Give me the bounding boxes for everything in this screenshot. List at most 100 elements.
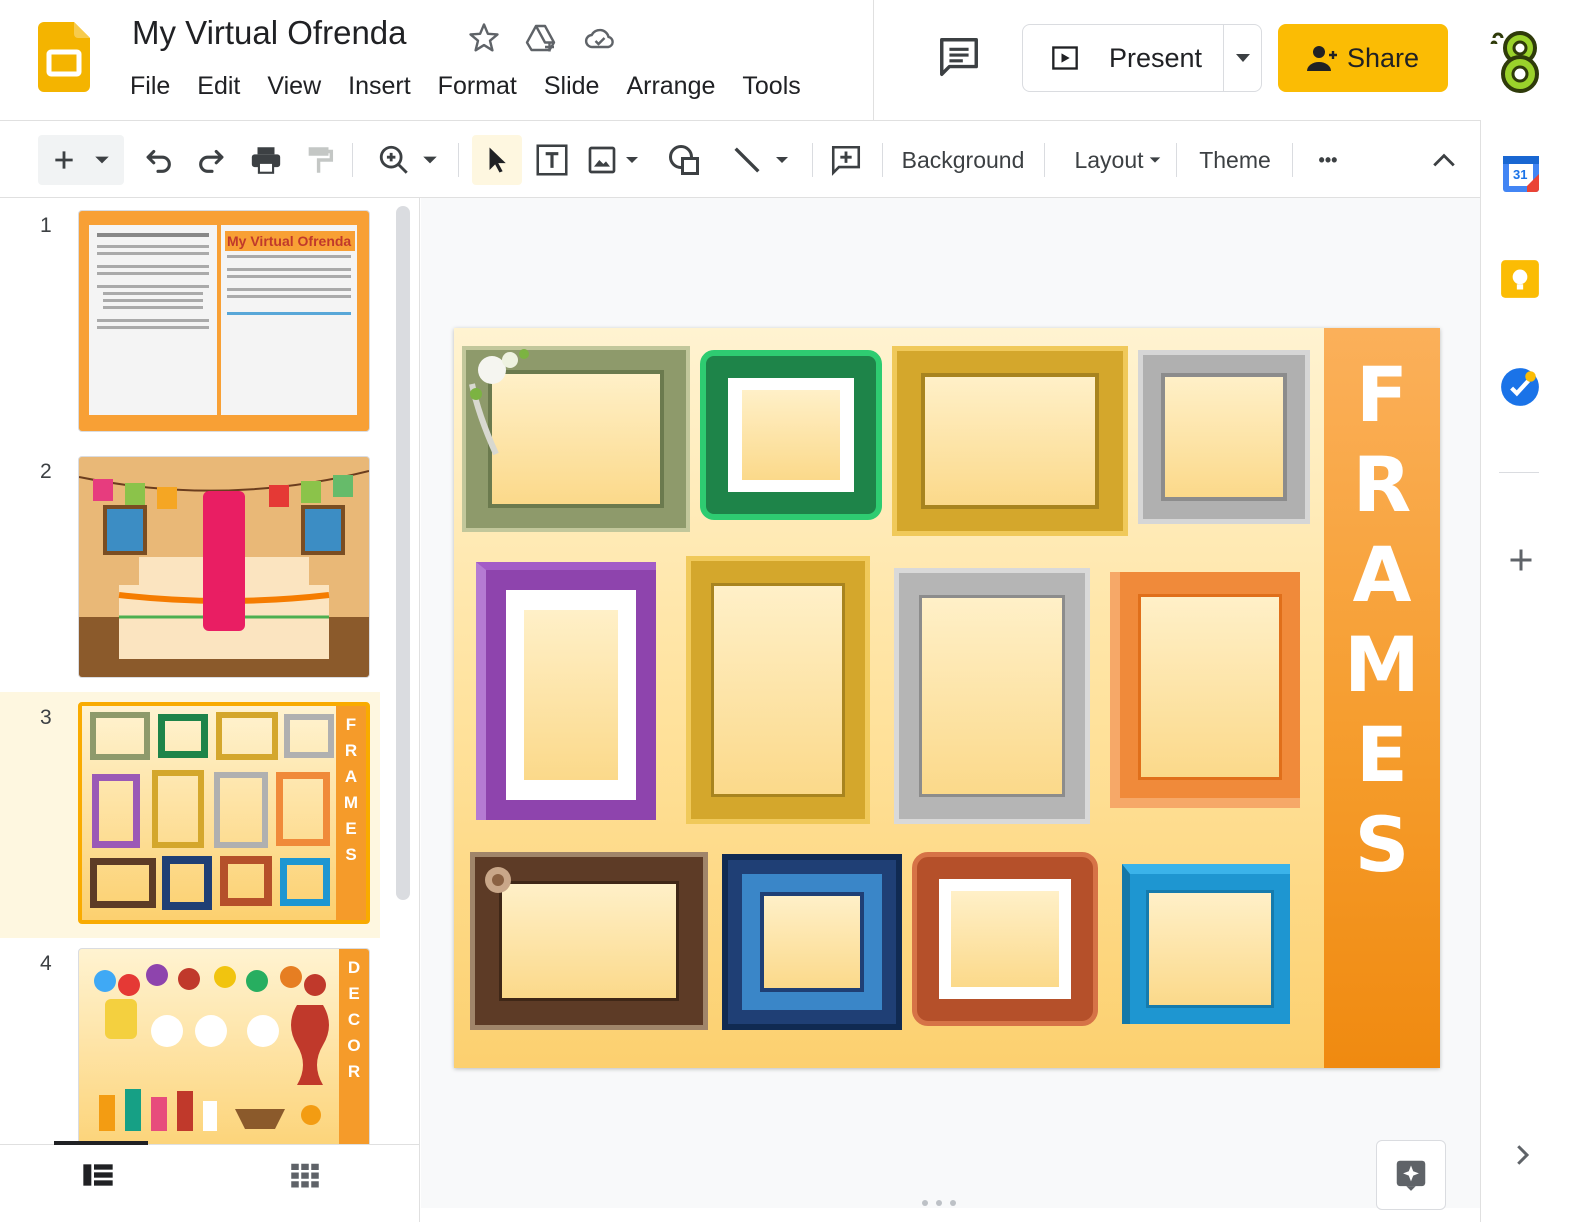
slide-thumbnail-2[interactable] [78, 456, 370, 678]
add-comment-button[interactable] [824, 135, 868, 185]
thumb-frame [90, 712, 150, 760]
menu-view[interactable]: View [267, 72, 321, 101]
tasks-button[interactable] [1499, 366, 1541, 408]
plus-icon [1510, 549, 1532, 571]
frames-title-band: F R A M E S [1324, 328, 1440, 1068]
explore-icon [1396, 1160, 1426, 1191]
menu-insert[interactable]: Insert [348, 72, 411, 101]
layout-label: Layout [1074, 146, 1144, 173]
menu-bar: File Edit View Insert Format Slide Arran… [130, 72, 828, 101]
calendar-button[interactable]: 31 [1501, 154, 1541, 194]
avatar[interactable] [1486, 24, 1550, 94]
cloud-icon[interactable] [582, 20, 618, 56]
paint-format-button[interactable] [300, 135, 340, 185]
slide-number: 3 [40, 706, 52, 729]
frames-title-letter[interactable]: E [1324, 710, 1440, 799]
frames-title-letter[interactable]: A [1324, 530, 1440, 619]
textbox-button[interactable] [530, 135, 574, 185]
comment-icon[interactable] [936, 34, 982, 80]
present-dropdown[interactable] [1224, 25, 1262, 91]
thumb-frame [284, 714, 334, 758]
filmstrip-slide-4[interactable]: 4 DECOR [0, 936, 404, 1144]
slide-number: 1 [40, 214, 52, 237]
frames-title-letter[interactable]: R [1324, 440, 1440, 529]
frame-blue-dotted[interactable] [722, 854, 902, 1030]
line-button[interactable] [720, 135, 800, 185]
frames-title-letter[interactable]: F [1324, 350, 1440, 439]
frame-purple[interactable] [476, 562, 656, 820]
slide-thumbnail-1[interactable]: My Virtual Ofrenda [78, 210, 370, 432]
collapse-toolbar-button[interactable] [1424, 135, 1464, 185]
frame-gold-ornate[interactable] [892, 346, 1128, 536]
shape-button[interactable] [662, 135, 706, 185]
menu-file[interactable]: File [130, 72, 170, 101]
background-button[interactable]: Background [896, 135, 1030, 185]
filmstrip-slide-3[interactable]: 3 FRAMES [0, 690, 404, 936]
zoom-button[interactable] [368, 135, 448, 185]
drive-icon[interactable] [524, 20, 560, 56]
frame-green[interactable] [700, 350, 882, 520]
more-button[interactable]: ••• [1306, 135, 1350, 185]
background-label: Background [901, 146, 1025, 173]
chevron-right-icon [1517, 1145, 1530, 1165]
menu-arrange[interactable]: Arrange [626, 72, 715, 101]
frame-green-floral[interactable] [462, 346, 690, 532]
grid-view-icon[interactable] [290, 1161, 320, 1189]
share-button[interactable]: Share [1278, 24, 1448, 92]
frames-title-letter[interactable]: S [1324, 800, 1440, 889]
filmstrip-slide-2[interactable]: 2 [0, 444, 404, 690]
thumb-frame [92, 774, 140, 848]
filmstrip-view-bar [0, 1141, 420, 1222]
keep-button[interactable] [1499, 258, 1541, 300]
calendar-date: 31 [1513, 167, 1528, 182]
redo-button[interactable] [192, 135, 232, 185]
frame-silver[interactable] [1138, 350, 1310, 524]
menu-edit[interactable]: Edit [197, 72, 240, 101]
frame-gold-tall[interactable] [686, 556, 870, 824]
get-addons-button[interactable] [1503, 542, 1539, 578]
frame-orange[interactable] [1110, 572, 1300, 808]
caret-down-icon [423, 156, 437, 164]
image-button[interactable] [580, 135, 646, 185]
present-button[interactable]: Present [1023, 25, 1223, 91]
menu-tools[interactable]: Tools [742, 72, 800, 101]
menu-slide[interactable]: Slide [544, 72, 600, 101]
slide-thumbnail-3[interactable]: FRAMES [78, 702, 370, 924]
thumb-frame [158, 714, 208, 758]
explore-button[interactable] [1376, 1140, 1446, 1210]
new-slide-button[interactable] [38, 135, 124, 185]
present-button-group: Present [1022, 24, 1262, 92]
zoom-icon [379, 145, 408, 174]
thumb-frame [162, 856, 212, 910]
filmstrip: 1 My Virtual Ofrenda 2 3 FRAMES 4 DECOR [0, 198, 420, 1144]
slide-3-editor[interactable]: F R A M E S [454, 328, 1440, 1068]
redo-icon [199, 149, 224, 173]
notes-resize-handle[interactable] [922, 1200, 968, 1208]
frame-rust[interactable] [912, 852, 1098, 1026]
thumb-frame [152, 770, 204, 848]
paint-format-icon [308, 147, 334, 173]
frames-title-letter[interactable]: M [1324, 620, 1440, 709]
theme-button[interactable]: Theme [1190, 135, 1280, 185]
undo-button[interactable] [138, 135, 178, 185]
caret-down-icon [1236, 54, 1250, 62]
print-button[interactable] [246, 135, 286, 185]
star-icon[interactable] [466, 20, 502, 56]
filmstrip-slide-1[interactable]: 1 My Virtual Ofrenda [0, 198, 404, 444]
frame-brown-flower[interactable] [470, 852, 708, 1030]
list-view-icon[interactable] [82, 1161, 114, 1189]
caret-down-icon [776, 157, 788, 163]
select-tool-button[interactable] [472, 135, 522, 185]
toolbar-separator [352, 143, 353, 177]
frame-silver-tall[interactable] [894, 568, 1090, 824]
slides-logo-icon[interactable] [38, 22, 90, 92]
frame-blue[interactable] [1122, 864, 1290, 1024]
expand-side-panel-button[interactable] [1507, 1140, 1537, 1170]
select-icon [489, 147, 506, 173]
layout-button[interactable]: Layout [1058, 135, 1178, 185]
menu-format[interactable]: Format [438, 72, 517, 101]
slide-thumbnail-4[interactable]: DECOR [78, 948, 370, 1144]
thumb-frame [216, 712, 278, 760]
document-title[interactable]: My Virtual Ofrenda [132, 14, 407, 52]
header: My Virtual Ofrenda File Edit View Insert… [0, 0, 1588, 120]
